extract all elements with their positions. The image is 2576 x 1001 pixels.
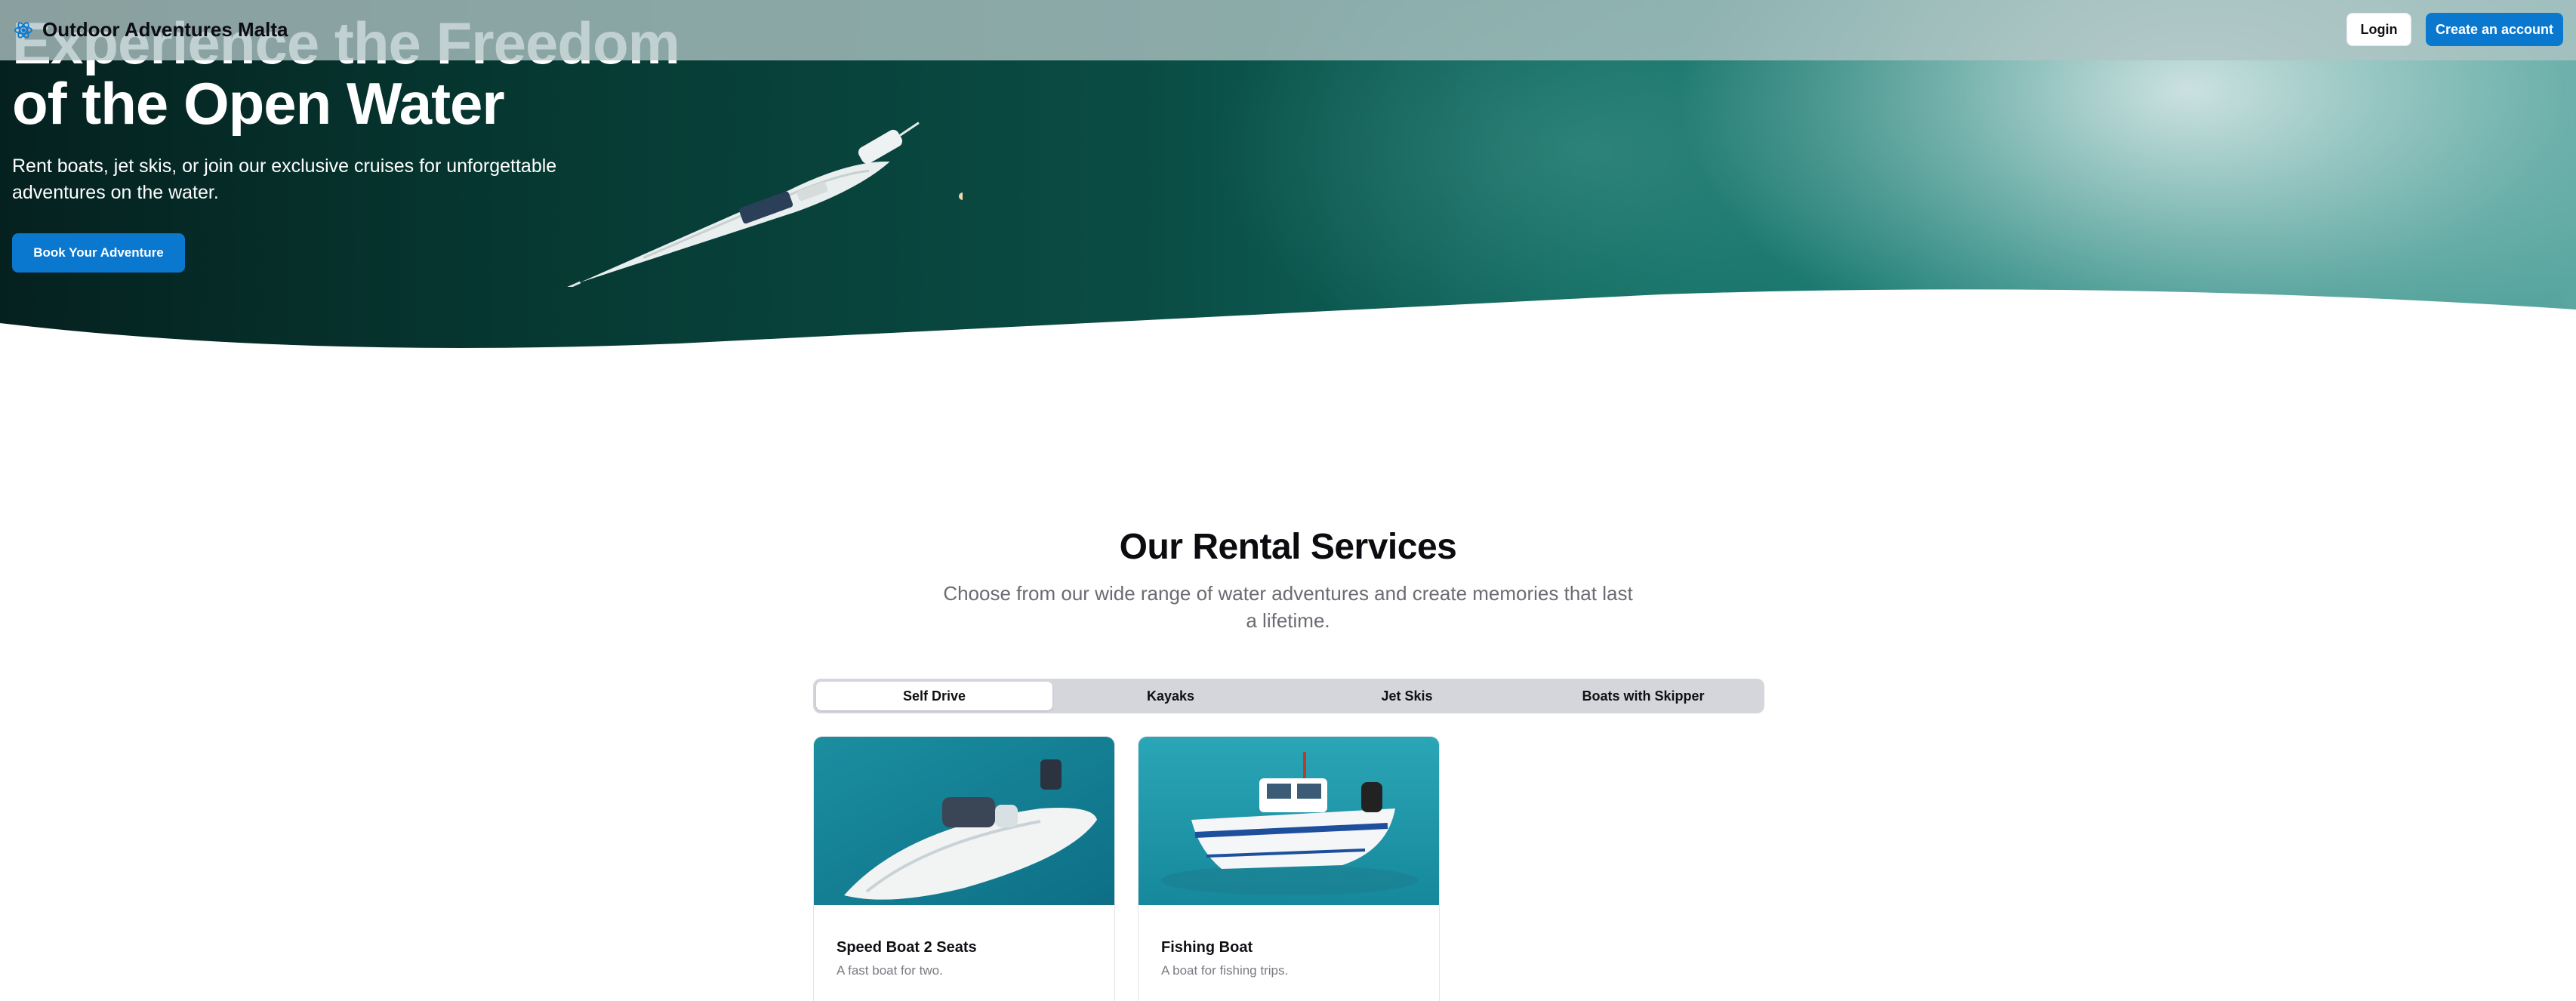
atom-icon (14, 21, 32, 38)
hero-title-line-2: of the Open Water (12, 70, 505, 137)
service-tabs: Self Drive Kayaks Jet Skis Boats with Sk… (813, 679, 1764, 713)
fishing-boat-picture (1139, 737, 1439, 905)
fishing-boat-image (1139, 737, 1439, 905)
brand-name: Outdoor Adventures Malta (42, 18, 288, 41)
card-description: A fast boat for two. (837, 963, 943, 978)
create-account-button[interactable]: Create an account (2426, 13, 2563, 46)
section-subtitle: Choose from our wide range of water adve… (943, 582, 1633, 632)
rental-card[interactable]: Fishing Boat A boat for fishing trips. (1138, 736, 1440, 1001)
top-navbar: Outdoor Adventures Malta Login Create an… (0, 0, 2576, 60)
book-adventure-button[interactable]: Book Your Adventure (12, 233, 185, 273)
brand-link[interactable]: Outdoor Adventures Malta (14, 18, 288, 42)
card-title: Fishing Boat (1161, 939, 1253, 956)
tab-self-drive[interactable]: Self Drive (816, 682, 1052, 710)
tab-jet-skis[interactable]: Jet Skis (1289, 682, 1525, 710)
tab-kayaks[interactable]: Kayaks (1052, 682, 1289, 710)
login-button[interactable]: Login (2346, 13, 2411, 46)
speed-boat-image (814, 737, 1114, 905)
card-title: Speed Boat 2 Seats (837, 939, 977, 956)
rental-card[interactable]: Speed Boat 2 Seats A fast boat for two. (813, 736, 1115, 1001)
card-description: A boat for fishing trips. (1161, 963, 1289, 978)
tab-boats-with-skipper[interactable]: Boats with Skipper (1525, 682, 1761, 710)
hero-subtitle: Rent boats, jet skis, or join our exclus… (12, 156, 557, 203)
speed-boat-picture (814, 737, 1114, 905)
section-title: Our Rental Services (1119, 527, 1457, 567)
